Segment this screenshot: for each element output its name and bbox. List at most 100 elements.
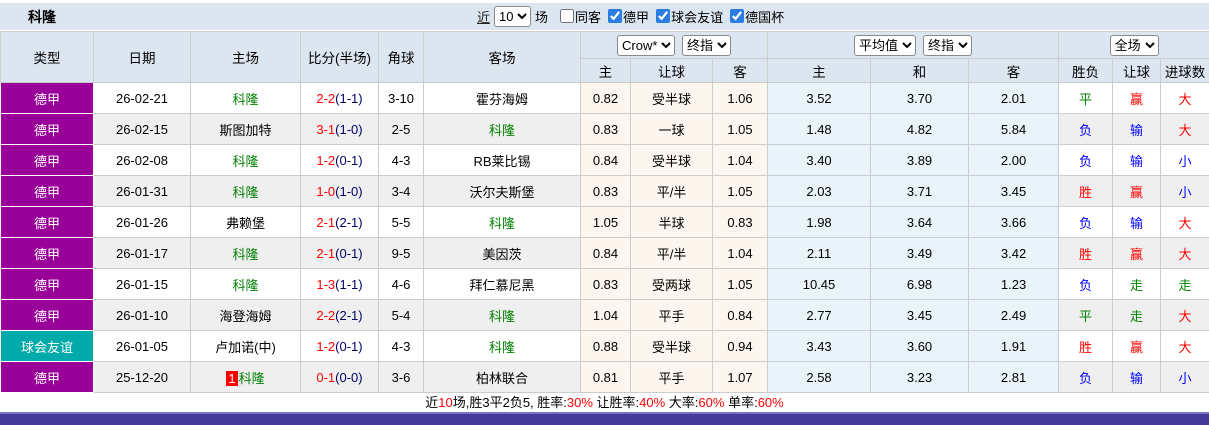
goals-cell: 小	[1160, 361, 1209, 393]
corners-cell: 5-4	[378, 299, 424, 331]
halftime-score: (1-1)	[335, 276, 363, 292]
handicap-cell: 受两球	[630, 268, 713, 300]
handicap-cell: 平/半	[630, 237, 713, 269]
sub-header-result: 胜负	[1058, 58, 1114, 83]
result-cell: 负	[1058, 113, 1114, 145]
summary-segment: 单率:	[724, 395, 758, 410]
avg-home-odds-cell: 1.48	[767, 113, 872, 145]
crown-home-odds-cell: 0.84	[580, 144, 631, 176]
corners-cell: 4-3	[378, 330, 424, 362]
crown-home-odds-cell: 0.83	[580, 268, 631, 300]
home-team-cell: 科隆	[190, 82, 301, 114]
score-cell: 3-1(1-0)	[300, 113, 379, 145]
handicap-result-cell: 输	[1112, 206, 1162, 238]
col-header-type: 类型	[0, 31, 94, 83]
average-selects-cell: 平均值 终指	[767, 31, 1060, 59]
corners-cell: 9-5	[378, 237, 424, 269]
sub-header-avg-home: 主	[767, 58, 872, 83]
handicap-cell: 一球	[630, 113, 713, 145]
date-cell: 26-02-21	[93, 82, 191, 114]
team-name: 科隆	[488, 308, 515, 324]
home-team-cell: 斯图加特	[190, 113, 301, 145]
average-select[interactable]: 平均值	[854, 34, 917, 56]
summary-segment: 近	[425, 395, 439, 410]
match-row: 德甲 26-01-17 科隆 2-1(0-1) 9-5 美因茨 0.84 平/半 1.04 2.1…	[0, 237, 1209, 269]
crown-home-odds-cell: 0.83	[580, 113, 631, 145]
handicap-result-cell: 走	[1112, 299, 1162, 331]
avg-away-odds-cell: 2.49	[968, 299, 1060, 331]
goals-cell: 小	[1160, 175, 1209, 207]
team-name: 科隆	[232, 91, 259, 107]
date-cell: 26-01-05	[93, 330, 191, 362]
checkbox-德甲[interactable]	[608, 9, 623, 24]
team-name: RB莱比锡	[473, 153, 531, 169]
bookmaker-select[interactable]: Crow*	[617, 34, 675, 56]
page-title: 科隆	[28, 8, 56, 25]
odds-stage-select[interactable]: 终指	[682, 34, 731, 56]
avg-away-odds-cell: 3.45	[968, 175, 1060, 207]
avg-away-odds-cell: 2.00	[968, 144, 1060, 176]
match-row: 德甲 26-01-31 科隆 1-0(1-0) 3-4 沃尔夫斯堡 0.83 平/半 1.05 2…	[0, 175, 1209, 207]
home-team-cell: 弗赖堡	[190, 206, 301, 238]
odds-selects-cell: Crow* 终指	[579, 31, 769, 59]
avg-stage-select[interactable]: 终指	[923, 34, 973, 56]
team-name: 科隆	[238, 370, 265, 386]
checkbox-label: 德国杯	[745, 9, 785, 25]
goals-cell: 走	[1160, 268, 1209, 300]
corners-cell: 4-6	[378, 268, 424, 300]
halftime-score: (0-1)	[335, 152, 363, 168]
date-cell: 26-02-08	[93, 144, 191, 176]
crown-away-odds-cell: 0.83	[711, 206, 769, 238]
halftime-score: (0-0)	[335, 369, 363, 385]
near-link[interactable]: 近	[477, 7, 490, 26]
filter-bar: 近 10 场 同客 德甲 球会友谊 德国杯	[477, 3, 784, 30]
team-name: 沃尔夫斯堡	[469, 184, 535, 200]
filter-checkboxes: 同客 德甲 球会友谊 德国杯	[550, 7, 784, 27]
crown-away-odds-cell: 0.84	[711, 299, 769, 331]
avg-away-odds-cell: 1.91	[968, 330, 1060, 362]
team-name: 科隆	[232, 153, 259, 169]
avg-home-odds-cell: 2.03	[767, 175, 872, 207]
goals-cell: 大	[1160, 113, 1209, 145]
crown-home-odds-cell: 0.84	[580, 237, 631, 269]
checkbox-同客[interactable]	[560, 9, 575, 24]
league-cell: 德甲	[0, 175, 94, 207]
team-name: 柏林联合	[475, 370, 528, 386]
avg-home-odds-cell: 1.98	[767, 206, 872, 238]
col-header-score: 比分(半场)	[300, 31, 379, 83]
score-cell: 2-2(2-1)	[300, 299, 379, 331]
avg-draw-odds-cell: 3.64	[870, 206, 970, 238]
summary-segment: 60%	[698, 395, 725, 410]
summary-segment: 40%	[639, 395, 666, 410]
handicap-result-cell: 赢	[1112, 82, 1162, 114]
away-team-cell: 拜仁慕尼黑	[423, 268, 581, 300]
crown-home-odds-cell: 1.05	[580, 206, 631, 238]
away-team-cell: 科隆	[423, 113, 581, 145]
halftime-score: (0-1)	[335, 338, 363, 354]
league-cell: 德甲	[0, 113, 94, 145]
fulltime-score: 0-1	[316, 369, 336, 385]
checkbox-label: 球会友谊	[671, 9, 724, 25]
corners-cell: 3-6	[378, 361, 424, 393]
halftime-score: (2-1)	[335, 307, 363, 323]
match-row: 德甲 26-02-08 科隆 1-2(0-1) 4-3 RB莱比锡 0.84 受半球 1.04 3…	[0, 144, 1209, 176]
away-team-cell: RB莱比锡	[423, 144, 581, 176]
header-selects-row: 类型 日期 主场 比分(半场) 角球 客场 Crow* 终指 平均值 终指 全场	[0, 31, 1209, 83]
summary-segment: 60%	[757, 395, 784, 410]
checkbox-球会友谊[interactable]	[656, 9, 671, 24]
avg-draw-odds-cell: 4.82	[870, 113, 970, 145]
fulltime-score: 1-3	[316, 276, 336, 292]
goals-cell: 大	[1160, 82, 1209, 114]
summary-segment: 10	[438, 395, 453, 410]
match-row: 德甲 26-01-26 弗赖堡 2-1(2-1) 5-5 科隆 1.05 半球 0.83 1.98…	[0, 206, 1209, 238]
result-cell: 胜	[1058, 237, 1114, 269]
result-cell: 胜	[1058, 175, 1114, 207]
summary-line: 近10场,胜3平2负5, 胜率:30% 让胜率:40% 大率:60% 单率:60…	[0, 394, 1209, 411]
away-team-cell: 霍芬海姆	[423, 82, 581, 114]
match-count-select[interactable]: 10	[494, 6, 532, 27]
team-name: 霍芬海姆	[475, 91, 528, 107]
scope-select[interactable]: 全场	[1109, 34, 1159, 56]
filter-checkbox-1: 德甲	[601, 7, 649, 26]
checkbox-德国杯[interactable]	[730, 9, 745, 24]
crown-home-odds-cell: 0.82	[580, 82, 631, 114]
